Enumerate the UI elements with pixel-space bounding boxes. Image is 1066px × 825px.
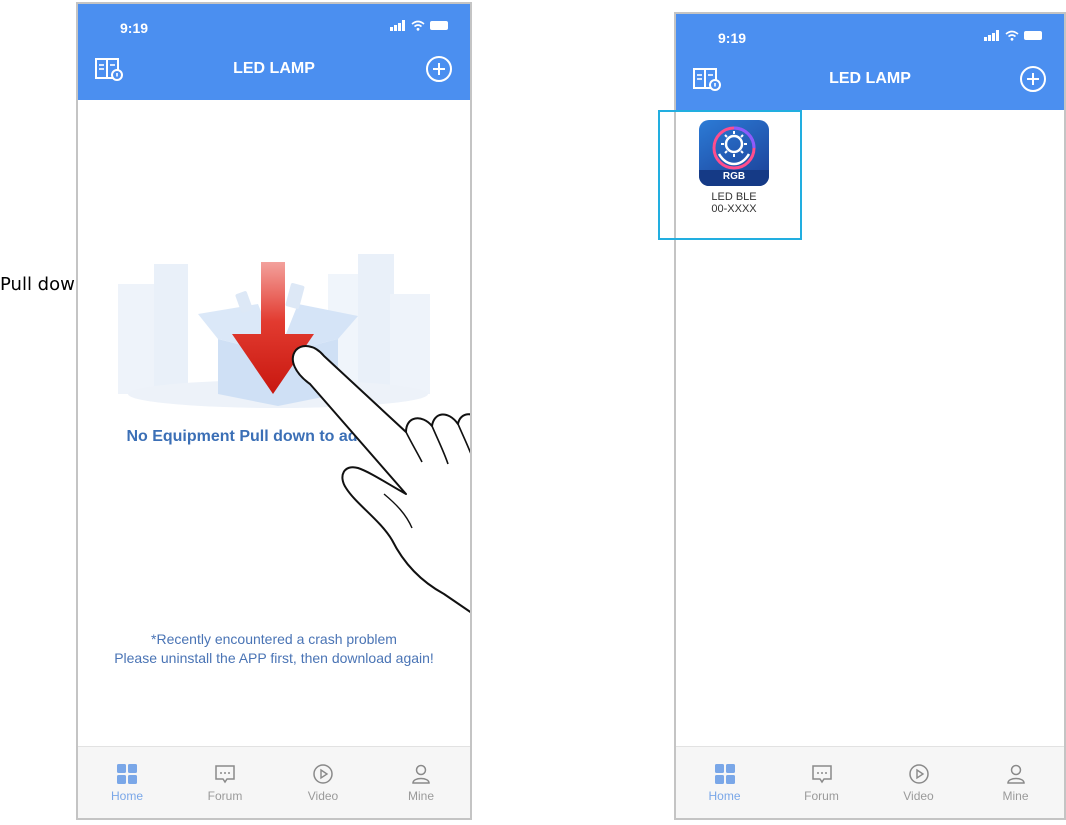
tab-forum-label: Forum — [804, 788, 839, 803]
app-title: LED LAMP — [233, 60, 315, 77]
wifi-icon — [1005, 30, 1019, 41]
app-header: 9:19 LED LAMP — [676, 14, 1064, 110]
tab-home-label: Home — [708, 788, 741, 803]
status-icons — [390, 20, 448, 31]
tab-video[interactable]: Video — [889, 763, 949, 803]
add-device-icon[interactable] — [424, 54, 454, 84]
wifi-icon — [411, 20, 425, 31]
tab-forum[interactable]: Forum — [792, 763, 852, 803]
tab-forum-label: Forum — [207, 788, 243, 803]
forum-chat-icon — [811, 764, 832, 783]
tab-mine-label: Mine — [407, 788, 434, 803]
video-play-icon — [313, 763, 333, 784]
app-header: 9:19 LED LAMP — [78, 4, 470, 100]
tab-home-label: Home — [110, 788, 143, 803]
phone-screen-empty: 9:19 LED LAMP No Equipment Pull down to … — [76, 2, 472, 820]
bottom-tab-bar: Home Forum Video Mine — [676, 746, 1064, 818]
battery-icon — [1024, 31, 1042, 40]
tab-mine[interactable]: Mine — [391, 763, 451, 803]
video-play-icon — [908, 763, 929, 784]
crash-notice: *Recently encountered a crash problem Pl… — [78, 630, 470, 668]
new-device-highlight — [658, 110, 802, 240]
crash-notice-line2: Please uninstall the APP first, then dow… — [114, 650, 434, 666]
battery-icon — [430, 21, 448, 30]
app-title: LED LAMP — [829, 70, 911, 87]
tab-video-label: Video — [307, 788, 339, 803]
tab-home[interactable]: Home — [695, 763, 755, 803]
tab-forum[interactable]: Forum — [195, 763, 255, 803]
pointing-hand-icon — [291, 345, 470, 613]
signal-icon — [984, 30, 999, 41]
tab-video-label: Video — [903, 788, 934, 803]
status-icons — [984, 30, 1042, 41]
status-time: 9:19 — [718, 30, 747, 46]
tab-home[interactable]: Home — [97, 763, 157, 803]
tab-mine-label: Mine — [1002, 788, 1029, 803]
home-grid-icon — [117, 763, 137, 784]
person-icon — [412, 764, 430, 784]
person-icon — [1006, 764, 1025, 784]
home-grid-icon — [714, 763, 735, 784]
add-device-icon[interactable] — [1018, 64, 1048, 94]
status-time: 9:19 — [120, 20, 149, 36]
signal-icon — [390, 20, 405, 31]
bottom-tab-bar: Home Forum Video Mine — [78, 746, 470, 818]
crash-notice-line1: *Recently encountered a crash problem — [151, 631, 397, 647]
tab-mine[interactable]: Mine — [986, 763, 1046, 803]
forum-chat-icon — [215, 764, 235, 783]
tab-video[interactable]: Video — [293, 763, 353, 803]
